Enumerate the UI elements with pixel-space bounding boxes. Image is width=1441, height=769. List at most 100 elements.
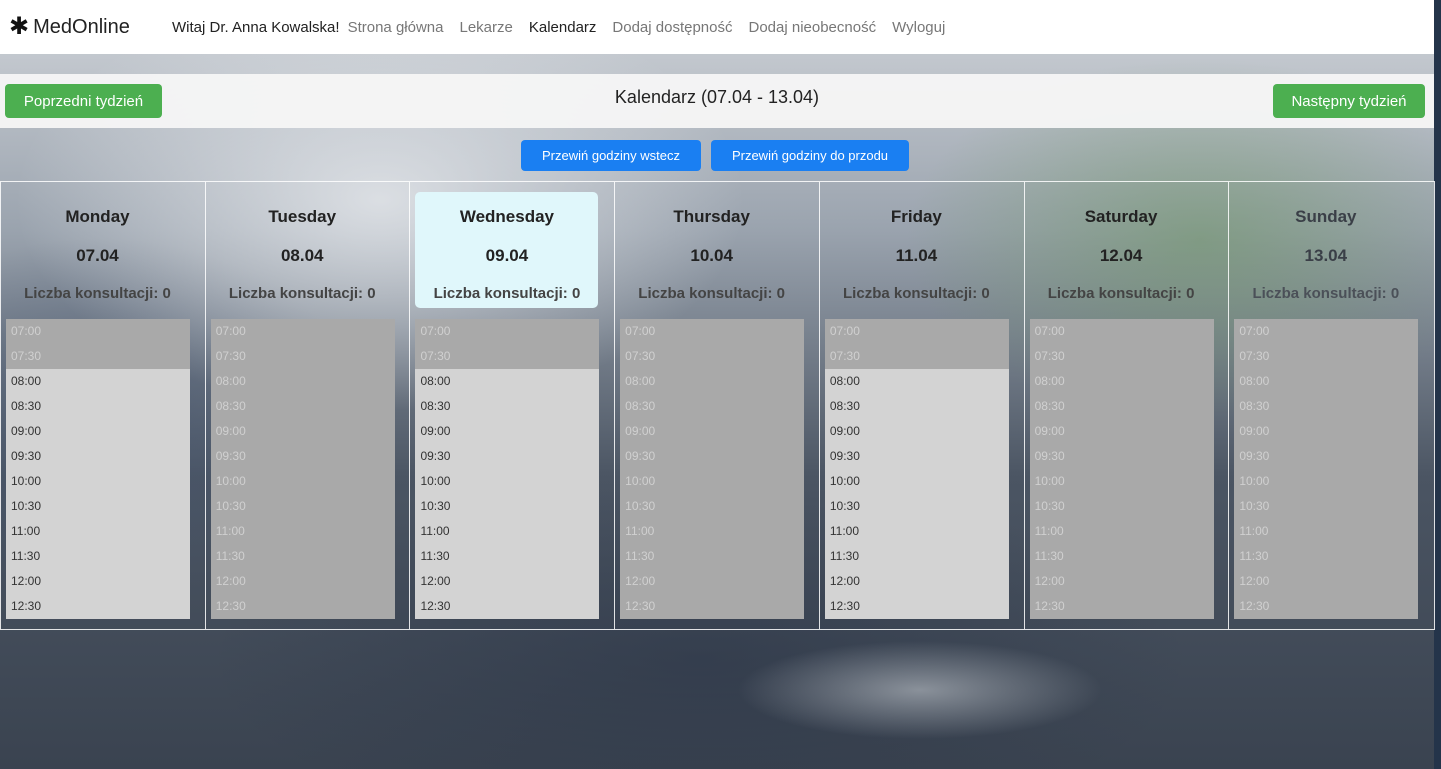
time-slot[interactable]: 11:30 — [6, 544, 190, 569]
time-slot[interactable]: 07:30 — [1234, 344, 1419, 369]
time-slot[interactable]: 10:30 — [620, 494, 805, 519]
time-slot[interactable]: 12:00 — [1234, 569, 1419, 594]
time-slot[interactable]: 10:30 — [210, 494, 395, 519]
next-week-button[interactable]: Następny tydzień — [1273, 84, 1425, 118]
time-slot[interactable]: 09:30 — [620, 444, 805, 469]
scroll-hours-back-button[interactable]: Przewiń godziny wstecz — [521, 140, 701, 171]
time-slot[interactable]: 08:00 — [210, 369, 395, 394]
day-header: Thursday 10.04 Liczba konsultacji: 0 — [620, 192, 803, 308]
time-slot[interactable]: 12:30 — [824, 594, 1009, 619]
time-slot[interactable]: 07:00 — [824, 319, 1009, 344]
time-slot[interactable]: 10:30 — [824, 494, 1009, 519]
time-slot[interactable]: 07:00 — [210, 319, 395, 344]
time-slot[interactable]: 10:00 — [824, 469, 1009, 494]
time-slot[interactable]: 10:00 — [210, 469, 395, 494]
brand[interactable]: ✱ MedOnline — [9, 15, 169, 39]
time-slot[interactable]: 07:30 — [824, 344, 1009, 369]
time-slot[interactable]: 12:00 — [824, 569, 1009, 594]
time-slot[interactable]: 08:00 — [1029, 369, 1214, 394]
time-slot[interactable]: 07:00 — [620, 319, 805, 344]
time-slot[interactable]: 10:30 — [415, 494, 600, 519]
day-header: Tuesday 08.04 Liczba konsultacji: 0 — [211, 192, 394, 308]
time-slot[interactable]: 09:00 — [620, 419, 805, 444]
time-slot[interactable]: 08:30 — [415, 394, 600, 419]
time-slot[interactable]: 12:00 — [1029, 569, 1214, 594]
time-slot[interactable]: 10:30 — [1029, 494, 1214, 519]
time-slot[interactable]: 12:30 — [1029, 594, 1214, 619]
time-slot[interactable]: 10:00 — [620, 469, 805, 494]
time-slot[interactable]: 12:00 — [210, 569, 395, 594]
time-slot[interactable]: 08:00 — [824, 369, 1009, 394]
nav-link-home[interactable]: Strona główna — [348, 19, 444, 36]
time-slot[interactable]: 12:00 — [6, 569, 190, 594]
nav-link-logout[interactable]: Wyloguj — [892, 19, 945, 36]
time-slot[interactable]: 09:00 — [824, 419, 1009, 444]
time-slot[interactable]: 09:30 — [6, 444, 190, 469]
time-slot[interactable]: 12:30 — [415, 594, 600, 619]
time-slot[interactable]: 08:30 — [210, 394, 395, 419]
time-slot[interactable]: 10:00 — [1029, 469, 1214, 494]
time-slot[interactable]: 09:00 — [210, 419, 395, 444]
time-slot[interactable]: 07:30 — [210, 344, 395, 369]
time-slot[interactable]: 11:30 — [210, 544, 395, 569]
time-slot[interactable]: 07:30 — [415, 344, 600, 369]
nav-link-doctors[interactable]: Lekarze — [459, 19, 512, 36]
time-slot[interactable]: 08:00 — [620, 369, 805, 394]
time-slot[interactable]: 12:30 — [620, 594, 805, 619]
time-slot[interactable]: 09:00 — [1234, 419, 1419, 444]
time-slot[interactable]: 09:30 — [824, 444, 1009, 469]
time-slot[interactable]: 10:30 — [1234, 494, 1419, 519]
time-slot[interactable]: 07:00 — [1029, 319, 1214, 344]
time-slot[interactable]: 07:00 — [415, 319, 600, 344]
nav-link-add-availability[interactable]: Dodaj dostępność — [612, 19, 732, 36]
time-slot[interactable]: 09:30 — [415, 444, 600, 469]
time-slot[interactable]: 11:00 — [1234, 519, 1419, 544]
time-slot[interactable]: 07:30 — [620, 344, 805, 369]
asterisk-icon: ✱ — [9, 13, 30, 40]
time-slot[interactable]: 08:30 — [1029, 394, 1214, 419]
time-slot[interactable]: 08:30 — [824, 394, 1009, 419]
time-slot[interactable]: 08:00 — [415, 369, 600, 394]
time-slot[interactable]: 09:00 — [6, 419, 190, 444]
time-slot[interactable]: 08:30 — [620, 394, 805, 419]
time-slot[interactable]: 10:30 — [6, 494, 190, 519]
time-slot[interactable]: 08:30 — [6, 394, 190, 419]
time-slot[interactable]: 10:00 — [6, 469, 190, 494]
time-slot[interactable]: 09:30 — [210, 444, 395, 469]
nav-link-add-absence[interactable]: Dodaj nieobecność — [749, 19, 877, 36]
time-slot[interactable]: 07:30 — [1029, 344, 1214, 369]
time-slot[interactable]: 09:00 — [1029, 419, 1214, 444]
time-slot[interactable]: 12:30 — [210, 594, 395, 619]
time-slot[interactable]: 12:00 — [620, 569, 805, 594]
time-slot[interactable]: 07:00 — [1234, 319, 1419, 344]
brand-name: MedOnline — [33, 15, 130, 38]
time-slot[interactable]: 08:00 — [1234, 369, 1419, 394]
time-slot[interactable]: 08:30 — [1234, 394, 1419, 419]
time-slot[interactable]: 11:30 — [415, 544, 600, 569]
time-slot[interactable]: 11:30 — [620, 544, 805, 569]
time-slot-list: 07:00 07:30 08:00 08:30 09:00 09:30 10:00 10:30… — [620, 319, 805, 619]
time-slot[interactable]: 12:00 — [415, 569, 600, 594]
time-slot[interactable]: 07:30 — [6, 344, 190, 369]
time-slot[interactable]: 10:00 — [415, 469, 600, 494]
nav-link-calendar[interactable]: Kalendarz — [529, 19, 597, 36]
time-slot[interactable]: 09:00 — [415, 419, 600, 444]
calendar-grid: Monday 07.04 Liczba konsultacji: 0 07:00 07:… — [0, 181, 1435, 630]
time-slot[interactable]: 11:30 — [1234, 544, 1419, 569]
time-slot[interactable]: 11:00 — [1029, 519, 1214, 544]
time-slot[interactable]: 11:00 — [824, 519, 1009, 544]
time-slot[interactable]: 11:30 — [1029, 544, 1214, 569]
time-slot[interactable]: 10:00 — [1234, 469, 1419, 494]
time-slot[interactable]: 09:30 — [1234, 444, 1419, 469]
time-slot[interactable]: 07:00 — [6, 319, 190, 344]
time-slot[interactable]: 09:30 — [1029, 444, 1214, 469]
time-slot[interactable]: 11:00 — [6, 519, 190, 544]
time-slot[interactable]: 12:30 — [1234, 594, 1419, 619]
time-slot[interactable]: 11:00 — [415, 519, 600, 544]
time-slot[interactable]: 11:00 — [210, 519, 395, 544]
time-slot[interactable]: 12:30 — [6, 594, 190, 619]
time-slot[interactable]: 08:00 — [6, 369, 190, 394]
scroll-hours-forward-button[interactable]: Przewiń godziny do przodu — [711, 140, 909, 171]
time-slot[interactable]: 11:00 — [620, 519, 805, 544]
time-slot[interactable]: 11:30 — [824, 544, 1009, 569]
